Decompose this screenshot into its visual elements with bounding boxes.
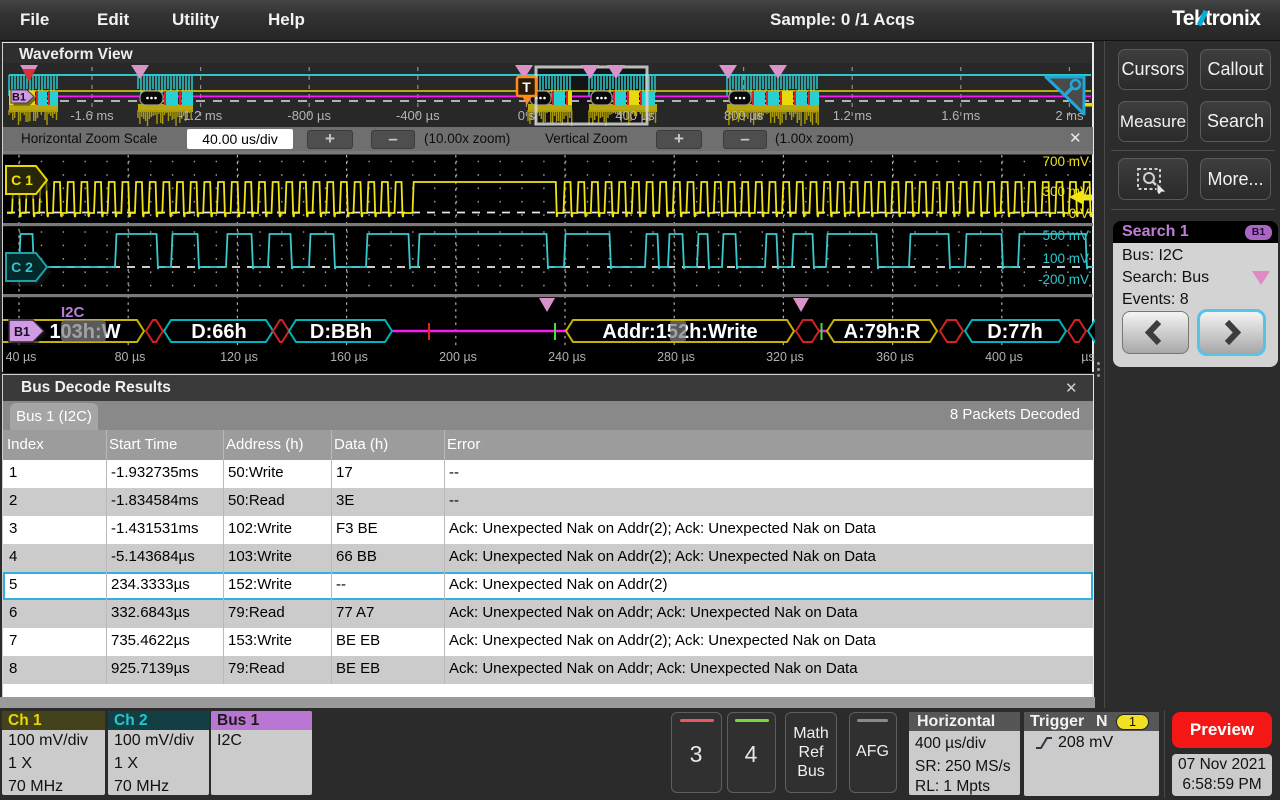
svg-text:80 µs: 80 µs bbox=[115, 350, 146, 364]
svg-text:-1.6 ms: -1.6 ms bbox=[70, 108, 114, 123]
svg-text:D:BBh: D:BBh bbox=[310, 321, 372, 343]
svg-text:C 2: C 2 bbox=[11, 259, 33, 275]
svg-text:360 µs: 360 µs bbox=[876, 350, 914, 364]
svg-text:D:66h: D:66h bbox=[191, 321, 247, 343]
svg-text:200 µs: 200 µs bbox=[439, 350, 477, 364]
svg-text:-200 mV: -200 mV bbox=[1038, 272, 1089, 287]
svg-text:µs: µs bbox=[1081, 350, 1094, 364]
svg-text:1.2 ms: 1.2 ms bbox=[833, 108, 873, 123]
svg-text:B1: B1 bbox=[14, 325, 30, 339]
svg-text:120 µs: 120 µs bbox=[220, 350, 258, 364]
svg-text:D:77h: D:77h bbox=[987, 321, 1043, 343]
svg-text:A:79h:R: A:79h:R bbox=[844, 321, 921, 343]
svg-text:-1.2 ms: -1.2 ms bbox=[179, 108, 223, 123]
svg-text:-400 µs: -400 µs bbox=[396, 108, 440, 123]
svg-text:C 1: C 1 bbox=[11, 172, 33, 188]
svg-text:T: T bbox=[522, 79, 531, 95]
svg-text:B1: B1 bbox=[12, 92, 26, 104]
svg-text:0 V: 0 V bbox=[1069, 206, 1089, 221]
svg-text:700 mV: 700 mV bbox=[1042, 154, 1089, 169]
svg-text:0 s: 0 s bbox=[518, 108, 536, 123]
svg-text:40 µs: 40 µs bbox=[6, 350, 37, 364]
svg-text:100 mV: 100 mV bbox=[1042, 251, 1089, 266]
svg-text:280 µs: 280 µs bbox=[657, 350, 695, 364]
svg-text:800 µs: 800 µs bbox=[724, 108, 764, 123]
svg-text:400 µs: 400 µs bbox=[615, 108, 655, 123]
svg-text:500 mV: 500 mV bbox=[1042, 228, 1089, 243]
svg-text:240 µs: 240 µs bbox=[548, 350, 586, 364]
svg-text:400 µs: 400 µs bbox=[985, 350, 1023, 364]
svg-text:1.6 ms: 1.6 ms bbox=[941, 108, 981, 123]
svg-text:320 µs: 320 µs bbox=[766, 350, 804, 364]
svg-text:I2C: I2C bbox=[61, 304, 85, 321]
svg-text:-800 µs: -800 µs bbox=[287, 108, 331, 123]
svg-text:160 µs: 160 µs bbox=[330, 350, 368, 364]
